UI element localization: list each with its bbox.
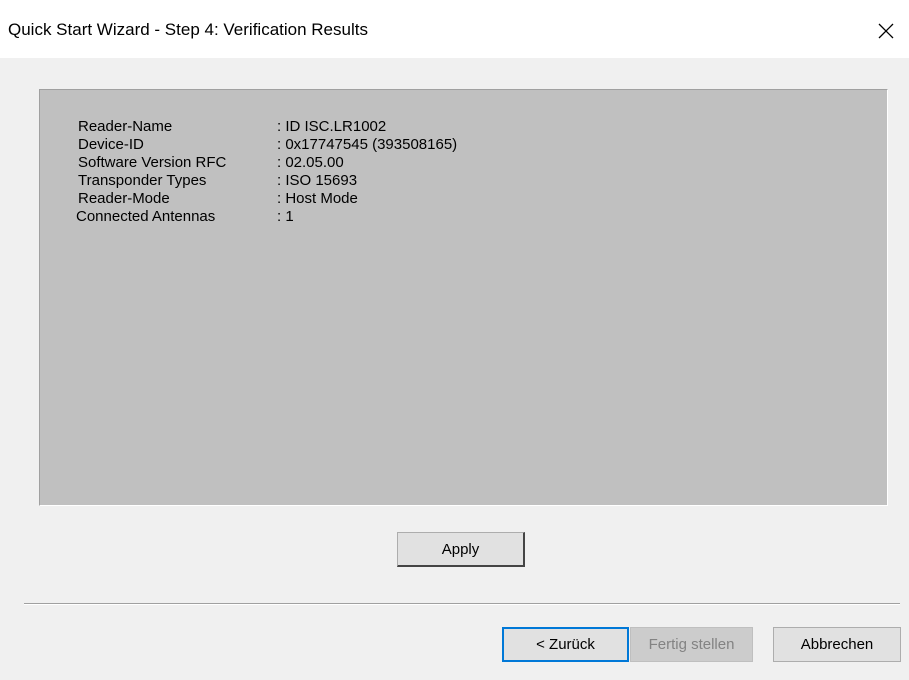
info-value: : Host Mode [277, 190, 358, 207]
footer-separator [24, 603, 900, 605]
verification-results-panel: Reader-Name : ID ISC.LR1002 Device-ID : … [39, 89, 888, 506]
info-value: : 1 [277, 208, 294, 225]
info-label: Reader-Name [78, 118, 173, 135]
info-label: Connected Antennas [76, 208, 216, 225]
info-value: : 02.05.00 [277, 154, 344, 171]
cancel-button[interactable]: Abbrechen [773, 627, 901, 662]
back-button[interactable]: < Zurück [502, 627, 629, 662]
close-button[interactable] [863, 12, 909, 50]
close-icon [878, 23, 894, 39]
info-value: : ID ISC.LR1002 [277, 118, 387, 135]
info-label: Transponder Types [78, 172, 207, 189]
apply-button[interactable]: Apply [397, 532, 525, 567]
info-label: Reader-Mode [78, 190, 170, 207]
finish-button[interactable]: Fertig stellen [630, 627, 753, 662]
wizard-dialog: Quick Start Wizard - Step 4: Verificatio… [0, 0, 909, 680]
title-bar: Quick Start Wizard - Step 4: Verificatio… [0, 0, 909, 58]
info-label: Software Version RFC [78, 154, 227, 171]
info-label: Device-ID [78, 136, 144, 153]
info-value: : 0x17747545 (393508165) [277, 136, 458, 153]
info-value: : ISO 15693 [277, 172, 358, 189]
window-title: Quick Start Wizard - Step 4: Verificatio… [8, 20, 368, 39]
